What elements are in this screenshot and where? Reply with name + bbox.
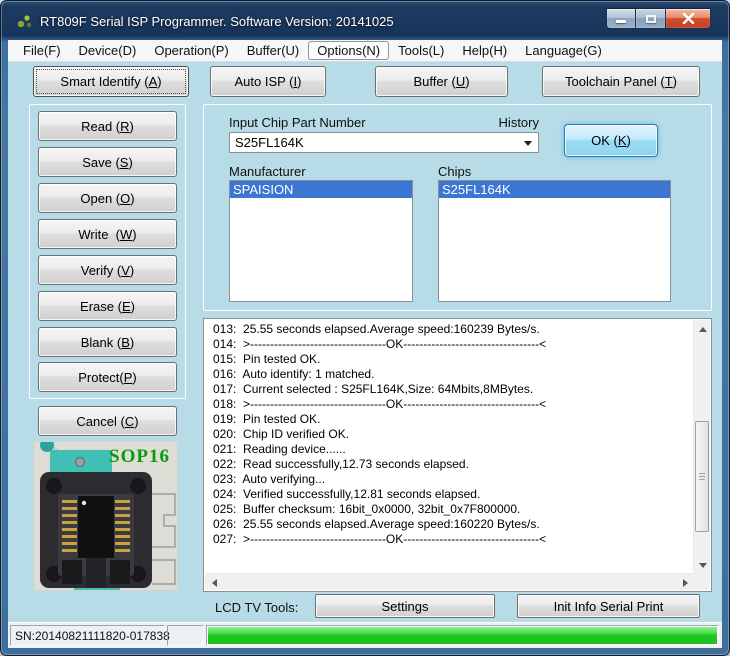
log-line: 027: >----------------------------------… xyxy=(213,532,691,547)
ok-button[interactable]: OK (K) xyxy=(564,124,658,157)
history-label: History xyxy=(498,115,539,130)
maximize-button[interactable] xyxy=(636,8,665,29)
menubar: File(F) Device(D) Operation(P) Buffer(U)… xyxy=(8,40,722,62)
scroll-right-button[interactable] xyxy=(677,574,694,591)
scroll-up-button[interactable] xyxy=(694,320,711,337)
close-icon xyxy=(682,13,695,24)
manufacturer-label: Manufacturer xyxy=(229,164,306,179)
menu-buffer[interactable]: Buffer(U) xyxy=(238,41,309,60)
minimize-icon xyxy=(616,20,626,23)
chip-part-number-value: S25FL164K xyxy=(235,135,304,150)
progress-bar xyxy=(206,625,719,646)
log-line: 019: Pin tested OK. xyxy=(213,412,691,427)
adapter-photo: SOP16 xyxy=(33,441,178,591)
menu-language[interactable]: Language(G) xyxy=(516,41,611,60)
log-line: 025: Buffer checksum: 16bit_0x0000, 32bi… xyxy=(213,502,691,517)
toolchain-panel-button[interactable]: Toolchain Panel (T) xyxy=(542,66,700,97)
status-spacer-cell xyxy=(167,625,204,646)
log-line: 013: 25.55 seconds elapsed.Average speed… xyxy=(213,322,691,337)
log-line: 014: >----------------------------------… xyxy=(213,337,691,352)
serial-number-cell: SN:20140821111820-017838 xyxy=(10,625,165,646)
menu-device[interactable]: Device(D) xyxy=(70,41,146,60)
init-info-serial-print-button[interactable]: Init Info Serial Print xyxy=(517,594,700,618)
arrow-up-icon xyxy=(699,323,707,332)
input-chip-label: Input Chip Part Number xyxy=(229,115,366,130)
read-button[interactable]: Read (R) xyxy=(38,111,177,141)
adapter-type-label: SOP16 xyxy=(109,446,170,468)
log-line: 017: Current selected : S25FL164K,Size: … xyxy=(213,382,691,397)
chip-part-number-combobox[interactable]: S25FL164K xyxy=(229,132,539,153)
lcd-tv-tools-label: LCD TV Tools: xyxy=(215,600,298,615)
blank-button[interactable]: Blank (B) xyxy=(38,327,177,357)
arrow-left-icon xyxy=(208,579,217,587)
log-line: 026: 25.55 seconds elapsed.Average speed… xyxy=(213,517,691,532)
open-button[interactable]: Open (O) xyxy=(38,183,177,213)
menu-tools[interactable]: Tools(L) xyxy=(389,41,453,60)
log-output[interactable]: 013: 25.55 seconds elapsed.Average speed… xyxy=(203,318,712,592)
auto-isp-button[interactable]: Auto ISP (I) xyxy=(210,66,326,97)
progress-fill xyxy=(208,627,717,644)
window-title: RT809F Serial ISP Programmer. Software V… xyxy=(40,14,394,29)
chip-list-item[interactable]: S25FL164K xyxy=(439,181,670,198)
caption-buttons xyxy=(606,8,711,29)
log-line: 024: Verified successfully,12.81 seconds… xyxy=(213,487,691,502)
smart-identify-button[interactable]: Smart Identify (A) xyxy=(33,66,189,97)
menu-operation[interactable]: Operation(P) xyxy=(145,41,237,60)
statusbar: SN:20140821111820-017838 xyxy=(8,622,722,648)
log-line: 023: Auto verifying... xyxy=(213,472,691,487)
manufacturer-listbox[interactable]: SPAISION xyxy=(229,180,413,302)
minimize-button[interactable] xyxy=(606,8,636,29)
titlebar[interactable]: RT809F Serial ISP Programmer. Software V… xyxy=(0,0,730,40)
menu-options[interactable]: Options(N) xyxy=(308,41,389,60)
chips-listbox[interactable]: S25FL164K xyxy=(438,180,671,302)
log-line: 021: Reading device...... xyxy=(213,442,691,457)
scroll-left-button[interactable] xyxy=(205,574,222,591)
log-line: 022: Read successfully,12.73 seconds ela… xyxy=(213,457,691,472)
buffer-button[interactable]: Buffer (U) xyxy=(375,66,508,97)
menu-file[interactable]: File(F) xyxy=(14,41,70,60)
chips-label: Chips xyxy=(438,164,471,179)
arrow-down-icon xyxy=(699,563,707,572)
settings-button[interactable]: Settings xyxy=(315,594,495,618)
close-button[interactable] xyxy=(665,8,711,29)
write-button[interactable]: Write (W) xyxy=(38,219,177,249)
log-line: 016: Auto identify: 1 matched. xyxy=(213,367,691,382)
combobox-dropdown-icon[interactable] xyxy=(524,141,532,150)
scroll-down-button[interactable] xyxy=(694,557,711,574)
log-lines: 013: 25.55 seconds elapsed.Average speed… xyxy=(206,322,691,571)
arrow-right-icon xyxy=(683,579,692,587)
menu-help[interactable]: Help(H) xyxy=(453,41,516,60)
cancel-button[interactable]: Cancel (C) xyxy=(38,406,177,436)
scrollbar-thumb[interactable] xyxy=(695,421,709,532)
protect-button[interactable]: Protect(P) xyxy=(38,362,177,392)
scrollbar-corner xyxy=(693,573,710,590)
verify-button[interactable]: Verify (V) xyxy=(38,255,177,285)
client-area: Smart Identify (A) Auto ISP (I) Buffer (… xyxy=(8,62,722,648)
maximize-icon xyxy=(646,15,656,23)
log-line: 015: Pin tested OK. xyxy=(213,352,691,367)
manufacturer-list-item[interactable]: SPAISION xyxy=(230,181,412,198)
vertical-scrollbar[interactable] xyxy=(693,320,710,574)
erase-button[interactable]: Erase (E) xyxy=(38,291,177,321)
log-line: 020: Chip ID verified OK. xyxy=(213,427,691,442)
log-line: 018: >----------------------------------… xyxy=(213,397,691,412)
app-window: RT809F Serial ISP Programmer. Software V… xyxy=(0,0,730,656)
app-icon xyxy=(16,13,34,31)
save-button[interactable]: Save (S) xyxy=(38,147,177,177)
horizontal-scrollbar[interactable] xyxy=(205,573,694,590)
chip-select-panel: Input Chip Part Number History S25FL164K… xyxy=(203,104,712,311)
